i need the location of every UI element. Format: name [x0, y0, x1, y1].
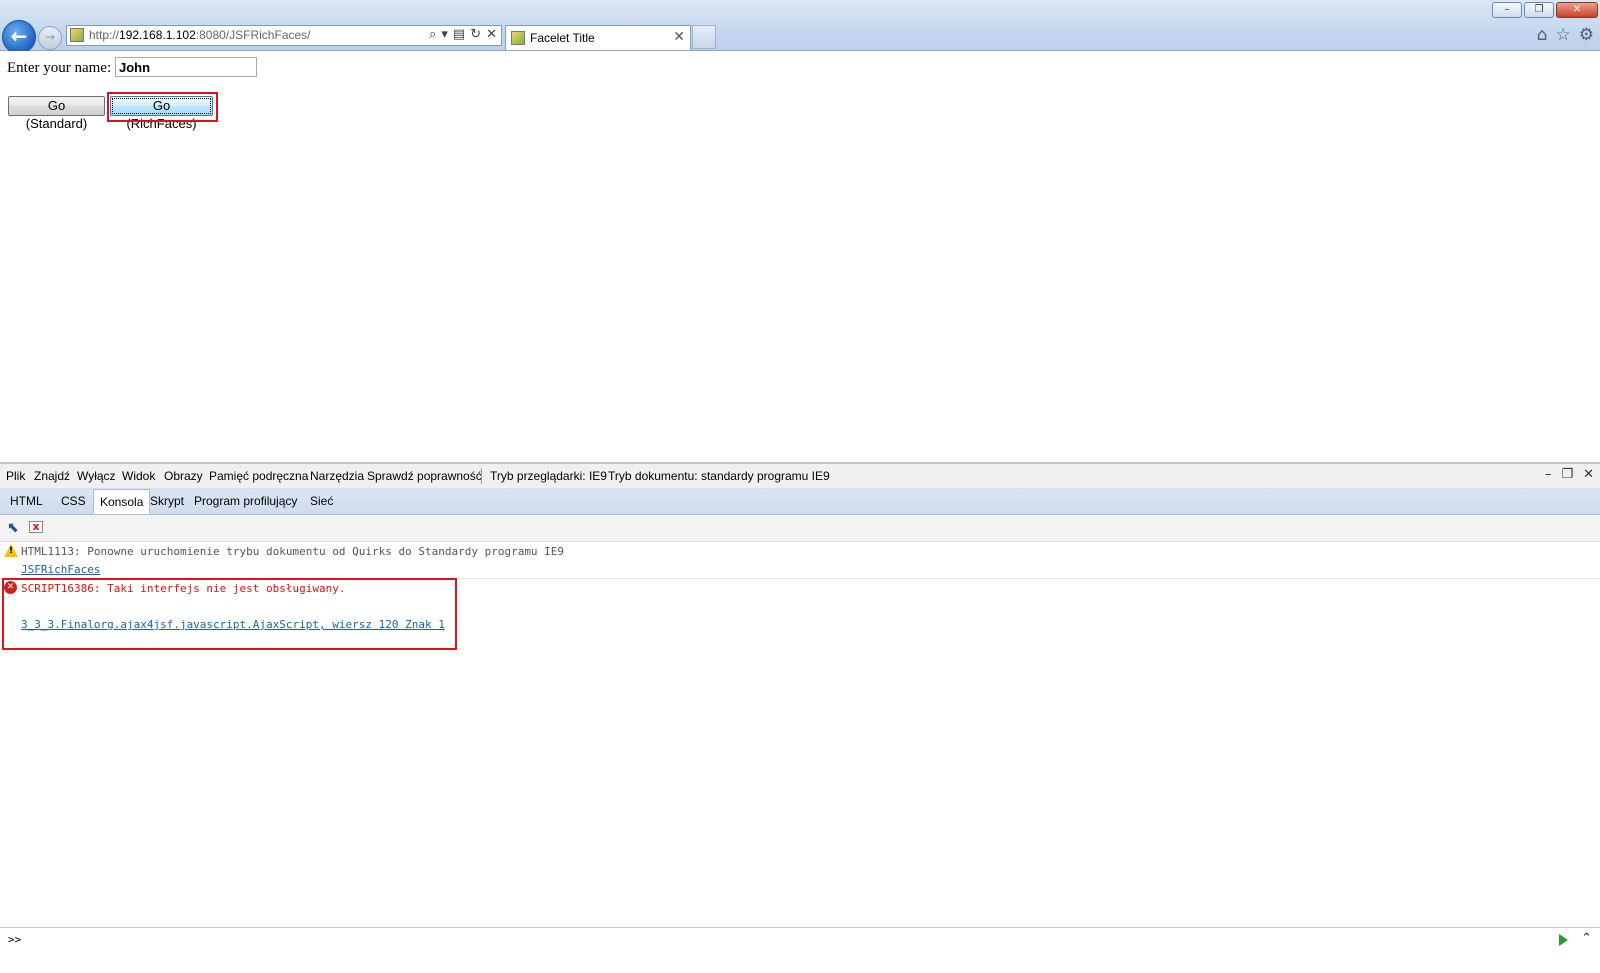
menu-cache[interactable]: Pamięć podręczna	[209, 469, 308, 483]
compatibility-view-icon[interactable]: ▤	[453, 27, 465, 42]
menu-file[interactable]: Plik	[6, 469, 25, 483]
warning-source-link[interactable]: JSFRichFaces	[21, 563, 100, 576]
minimize-button[interactable]: –	[1492, 2, 1522, 18]
search-icon[interactable]: ⌕	[429, 27, 436, 42]
address-tools: ⌕ ▾ ▤ ↻ ✕	[429, 27, 497, 42]
page-content: Enter your name: Go (Standard) Go (RichF…	[0, 51, 1600, 462]
console-input[interactable]: >> ⌃	[0, 927, 1600, 954]
back-button[interactable]: ←	[2, 20, 36, 54]
console-toolbar: ⬉ x	[0, 515, 1600, 542]
devtools-menubar: Plik Znajdź Wyłącz Widok Obrazy Pamięć p…	[0, 464, 1600, 489]
close-window-button[interactable]: ✕	[1556, 2, 1598, 18]
clear-console-icon[interactable]: x	[29, 521, 43, 533]
menu-validate[interactable]: Sprawdź poprawność	[367, 469, 482, 483]
forward-button[interactable]: →	[38, 26, 62, 50]
menu-tools[interactable]: Narzędzia	[310, 469, 364, 483]
tab-html[interactable]: HTML	[4, 489, 49, 514]
browser-tab[interactable]: Facelet Title ✕	[505, 25, 691, 50]
menu-separator	[481, 468, 482, 484]
refresh-icon[interactable]: ↻	[470, 27, 481, 42]
url-host: 192.168.1.102	[119, 28, 196, 42]
devtools-window-controls: – ❐ ✕	[1545, 467, 1594, 482]
warning-text: HTML1113: Ponowne uruchomienie trybu dok…	[21, 545, 565, 558]
browser-chrome: – ❐ ✕ ← → http://192.168.1.102:8080/JSFR…	[0, 0, 1600, 54]
tab-console[interactable]: Konsola	[93, 489, 151, 514]
tab-css[interactable]: CSS	[55, 489, 92, 514]
arrow-left-icon: ←	[10, 24, 28, 48]
unpin-icon[interactable]: ❐	[1561, 467, 1573, 482]
richfaces-button-highlight	[107, 92, 218, 122]
arrow-right-icon: →	[44, 30, 56, 44]
minimize-icon[interactable]: –	[1545, 467, 1552, 482]
document-mode-menu[interactable]: Tryb dokumentu: standardy programu IE9	[608, 469, 830, 483]
run-script-icon[interactable]	[1559, 934, 1568, 946]
tab-profiler[interactable]: Program profilujący	[188, 489, 303, 514]
address-bar[interactable]: http://192.168.1.102:8080/JSFRichFaces/ …	[66, 25, 502, 46]
menu-view[interactable]: Widok	[122, 469, 155, 483]
url-path: :8080/JSFRichFaces/	[195, 28, 311, 42]
browser-mode-value: IE9	[588, 469, 607, 483]
name-input[interactable]	[115, 57, 257, 77]
select-element-icon[interactable]: ⬉	[7, 520, 19, 536]
browser-toolbar-right: ⌂ ☆ ⚙	[1537, 25, 1594, 45]
console-input-prompt: >>	[8, 933, 22, 946]
browser-mode-menu[interactable]: Tryb przeglądarki: IE9	[490, 469, 607, 483]
dropdown-icon[interactable]: ▾	[441, 27, 448, 42]
tab-network[interactable]: Sieć	[304, 489, 339, 514]
devtools-tabs: HTML CSS Konsola Skrypt Program profiluj…	[0, 489, 1600, 515]
page-favicon-icon	[70, 28, 84, 42]
url-scheme: http://	[89, 28, 120, 42]
address-url[interactable]: http://192.168.1.102:8080/JSFRichFaces/	[89, 28, 311, 42]
tab-script[interactable]: Skrypt	[144, 489, 190, 514]
stop-icon[interactable]: ✕	[486, 27, 497, 42]
document-mode-value: standardy programu IE9	[700, 469, 830, 483]
expand-input-icon[interactable]: ⌃	[1581, 931, 1592, 946]
developer-tools: Plik Znajdź Wyłącz Widok Obrazy Pamięć p…	[0, 462, 1600, 973]
menu-images[interactable]: Obrazy	[164, 469, 203, 483]
menu-find[interactable]: Znajdź	[34, 469, 70, 483]
new-tab-button[interactable]	[692, 25, 716, 49]
warning-icon-mark: !	[9, 546, 14, 556]
error-message-highlight	[2, 578, 457, 650]
document-mode-label: Tryb dokumentu:	[608, 469, 698, 483]
name-label: Enter your name:	[7, 60, 112, 76]
console-warning-message: ! HTML1113: Ponowne uruchomienie trybu d…	[0, 542, 1600, 579]
tab-close-icon[interactable]: ✕	[673, 29, 685, 45]
window-controls: – ❐ ✕	[1492, 2, 1598, 18]
go-standard-button[interactable]: Go (Standard)	[8, 96, 105, 131]
favorites-star-icon[interactable]: ☆	[1556, 25, 1571, 45]
restore-button[interactable]: ❐	[1524, 2, 1554, 18]
tab-title: Facelet Title	[530, 31, 595, 45]
close-icon[interactable]: ✕	[1583, 467, 1594, 482]
tab-favicon-icon	[511, 31, 525, 45]
menu-disable[interactable]: Wyłącz	[77, 469, 116, 483]
browser-mode-label: Tryb przeglądarki:	[490, 469, 586, 483]
gear-icon[interactable]: ⚙	[1579, 25, 1594, 45]
home-icon[interactable]: ⌂	[1537, 25, 1548, 45]
